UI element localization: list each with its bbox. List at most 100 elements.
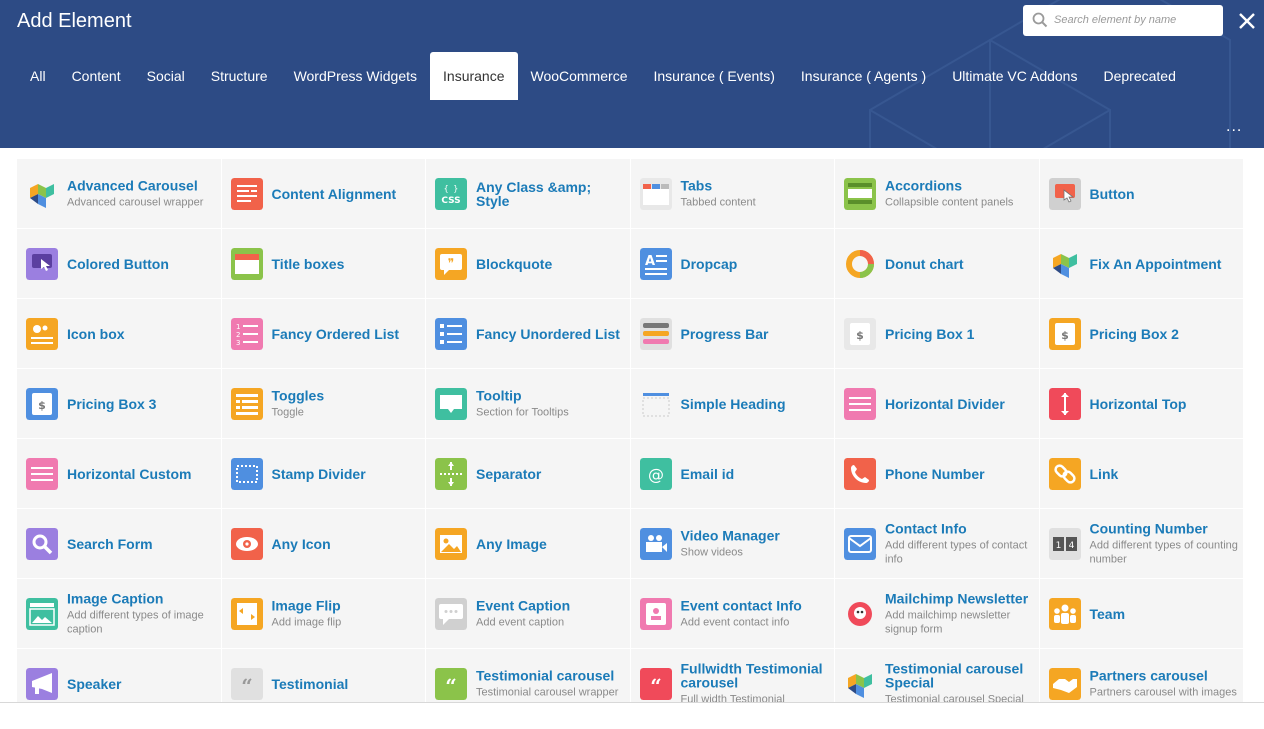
element-text: Contact Info Add different types of conta…	[885, 521, 1035, 566]
element-description: Toggle	[271, 406, 304, 418]
element-tile[interactable]: @ Email id	[630, 439, 835, 509]
element-name: Any Icon	[271, 535, 331, 552]
tab-deprecated[interactable]: Deprecated	[1090, 52, 1188, 100]
tab-structure[interactable]: Structure	[198, 52, 281, 100]
svg-text:2: 2	[236, 331, 240, 339]
element-name: Toggles	[271, 387, 325, 403]
element-name: Testimonial	[271, 675, 349, 692]
element-tile[interactable]: Progress Bar	[630, 299, 835, 369]
element-tile[interactable]: Button	[1039, 159, 1244, 229]
image-caption-icon	[26, 598, 58, 630]
element-name: Phone Number	[885, 465, 985, 482]
element-text: Any Class &amp; Style	[476, 180, 626, 208]
element-tile[interactable]: Video Manager Show videos	[630, 509, 835, 579]
close-icon[interactable]	[1237, 11, 1257, 31]
tab-insurance-events[interactable]: Insurance ( Events)	[641, 52, 788, 100]
video-camera-icon	[639, 528, 672, 560]
element-text: Pricing Box 2	[1090, 327, 1240, 341]
svg-text:❞: ❞	[448, 256, 454, 270]
element-tile[interactable]: A Dropcap	[630, 229, 835, 299]
element-tile[interactable]: Contact Info Add different types of conta…	[835, 509, 1040, 579]
element-tile[interactable]: Partners carousel Partners carousel with …	[1039, 649, 1244, 702]
element-text: Team	[1090, 607, 1240, 621]
element-tile[interactable]: Phone Number	[835, 439, 1040, 509]
element-tile[interactable]: Any Icon	[221, 509, 426, 579]
element-tile[interactable]: Mailchimp Newsletter Add mailchimp newsle…	[835, 579, 1040, 649]
element-description: Add different types of counting number	[1089, 539, 1238, 565]
element-tile[interactable]: Advanced Carousel Advanced carousel wrapp…	[17, 159, 222, 229]
element-tile[interactable]: Testimonial carousel Special Testimonial …	[835, 649, 1040, 702]
element-tile[interactable]: Horizontal Top	[1039, 369, 1244, 439]
tab-ultimate-vc-addons[interactable]: Ultimate VC Addons	[939, 52, 1090, 100]
element-tile[interactable]: Title boxes	[221, 229, 426, 299]
search-icon	[1032, 12, 1048, 28]
element-tile[interactable]: Simple Heading	[630, 369, 835, 439]
element-tile[interactable]: Image Flip Add image flip	[221, 579, 426, 649]
element-tile[interactable]: Link	[1039, 439, 1244, 509]
element-name: Progress Bar	[680, 325, 769, 342]
element-tile[interactable]: Fix An Appointment	[1039, 229, 1244, 299]
element-tile[interactable]: Event contact Info Add event contact info	[630, 579, 835, 649]
svg-text:1: 1	[1055, 541, 1061, 551]
element-tile[interactable]: Tabs Tabbed content	[630, 159, 835, 229]
element-name: Horizontal Divider	[885, 395, 1005, 412]
element-tile[interactable]: Horizontal Custom	[17, 439, 222, 509]
element-name: Fix An Appointment	[1089, 255, 1222, 272]
element-tile[interactable]: Search Form	[17, 509, 222, 579]
element-tile[interactable]: Content Alignment	[221, 159, 426, 229]
element-text: Tooltip Section for Tooltips	[476, 388, 626, 419]
search-input[interactable]	[1054, 9, 1216, 31]
vc-logo-icon	[1049, 248, 1081, 280]
element-tile[interactable]: { } CSS Any Class &amp; Style	[426, 159, 631, 229]
element-name: Content Alignment	[271, 185, 397, 202]
tab-woocommerce[interactable]: WooCommerce	[518, 52, 641, 100]
search-box[interactable]	[1023, 5, 1223, 36]
tab-insurance[interactable]: Insurance	[430, 52, 518, 100]
element-tile[interactable]: $ Pricing Box 1	[835, 299, 1040, 369]
counter-icon: 14	[1048, 528, 1081, 560]
element-tile[interactable]: $ Pricing Box 3	[17, 369, 222, 439]
element-grid: Advanced Carousel Advanced carousel wrapp…	[17, 159, 1244, 702]
element-tile[interactable]: Event Caption Add event caption	[426, 579, 631, 649]
handshake-icon	[1048, 668, 1081, 700]
element-tile[interactable]: ❞ Blockquote	[426, 229, 631, 299]
element-name: Separator	[476, 465, 542, 482]
svg-text:$: $	[1061, 329, 1069, 342]
element-name: Fancy Unordered List	[476, 325, 620, 342]
vc-logo-icon	[26, 178, 58, 210]
element-name: Any Class &amp; Style	[476, 178, 592, 209]
more-options-button[interactable]: ...	[1226, 118, 1252, 138]
element-tile[interactable]: $ Pricing Box 2	[1039, 299, 1244, 369]
element-name: Pricing Box 2	[1089, 325, 1179, 342]
tab-all[interactable]: All	[17, 52, 59, 100]
element-tile[interactable]: Accordions Collapsible content panels	[835, 159, 1040, 229]
element-tile[interactable]: Separator	[426, 439, 631, 509]
element-tile[interactable]: Speaker	[17, 649, 222, 702]
element-tile[interactable]: Icon box	[17, 299, 222, 369]
element-tile[interactable]: “ Testimonial	[221, 649, 426, 702]
element-text: Button	[1090, 187, 1240, 201]
element-tile[interactable]: “Testimonial carousel Testimonial carouse…	[426, 649, 631, 702]
pricing-box-icon: $	[1048, 318, 1081, 350]
tab-content[interactable]: Content	[59, 52, 134, 100]
tab-social[interactable]: Social	[134, 52, 198, 100]
element-tile[interactable]: Image Caption Add different types of imag…	[17, 579, 222, 649]
element-text: Stamp Divider	[272, 467, 422, 481]
tab-insurance-agents[interactable]: Insurance ( Agents )	[788, 52, 939, 100]
separator-icon	[435, 458, 467, 490]
tab-wordpress-widgets[interactable]: WordPress Widgets	[281, 52, 430, 100]
element-tile[interactable]: Any Image	[426, 509, 631, 579]
element-tile[interactable]: Donut chart	[835, 229, 1040, 299]
element-name: Blockquote	[476, 255, 553, 272]
element-tile[interactable]: Fancy Unordered List	[426, 299, 631, 369]
at-sign-icon: @	[639, 458, 672, 490]
element-tile[interactable]: Toggles Toggle	[221, 369, 426, 439]
element-tile[interactable]: Stamp Divider	[221, 439, 426, 509]
element-tile[interactable]: 1 4 Counting Number Add different types of …	[1039, 509, 1244, 579]
element-tile[interactable]: Team	[1039, 579, 1244, 649]
element-tile[interactable]: “ Fullwidth Testimonial carousel Full widt…	[630, 649, 835, 702]
element-tile[interactable]: Colored Button	[17, 229, 222, 299]
element-tile[interactable]: 1 2 3 Fancy Ordered List	[221, 299, 426, 369]
element-tile[interactable]: Horizontal Divider	[835, 369, 1040, 439]
element-tile[interactable]: Tooltip Section for Tooltips	[426, 369, 631, 439]
